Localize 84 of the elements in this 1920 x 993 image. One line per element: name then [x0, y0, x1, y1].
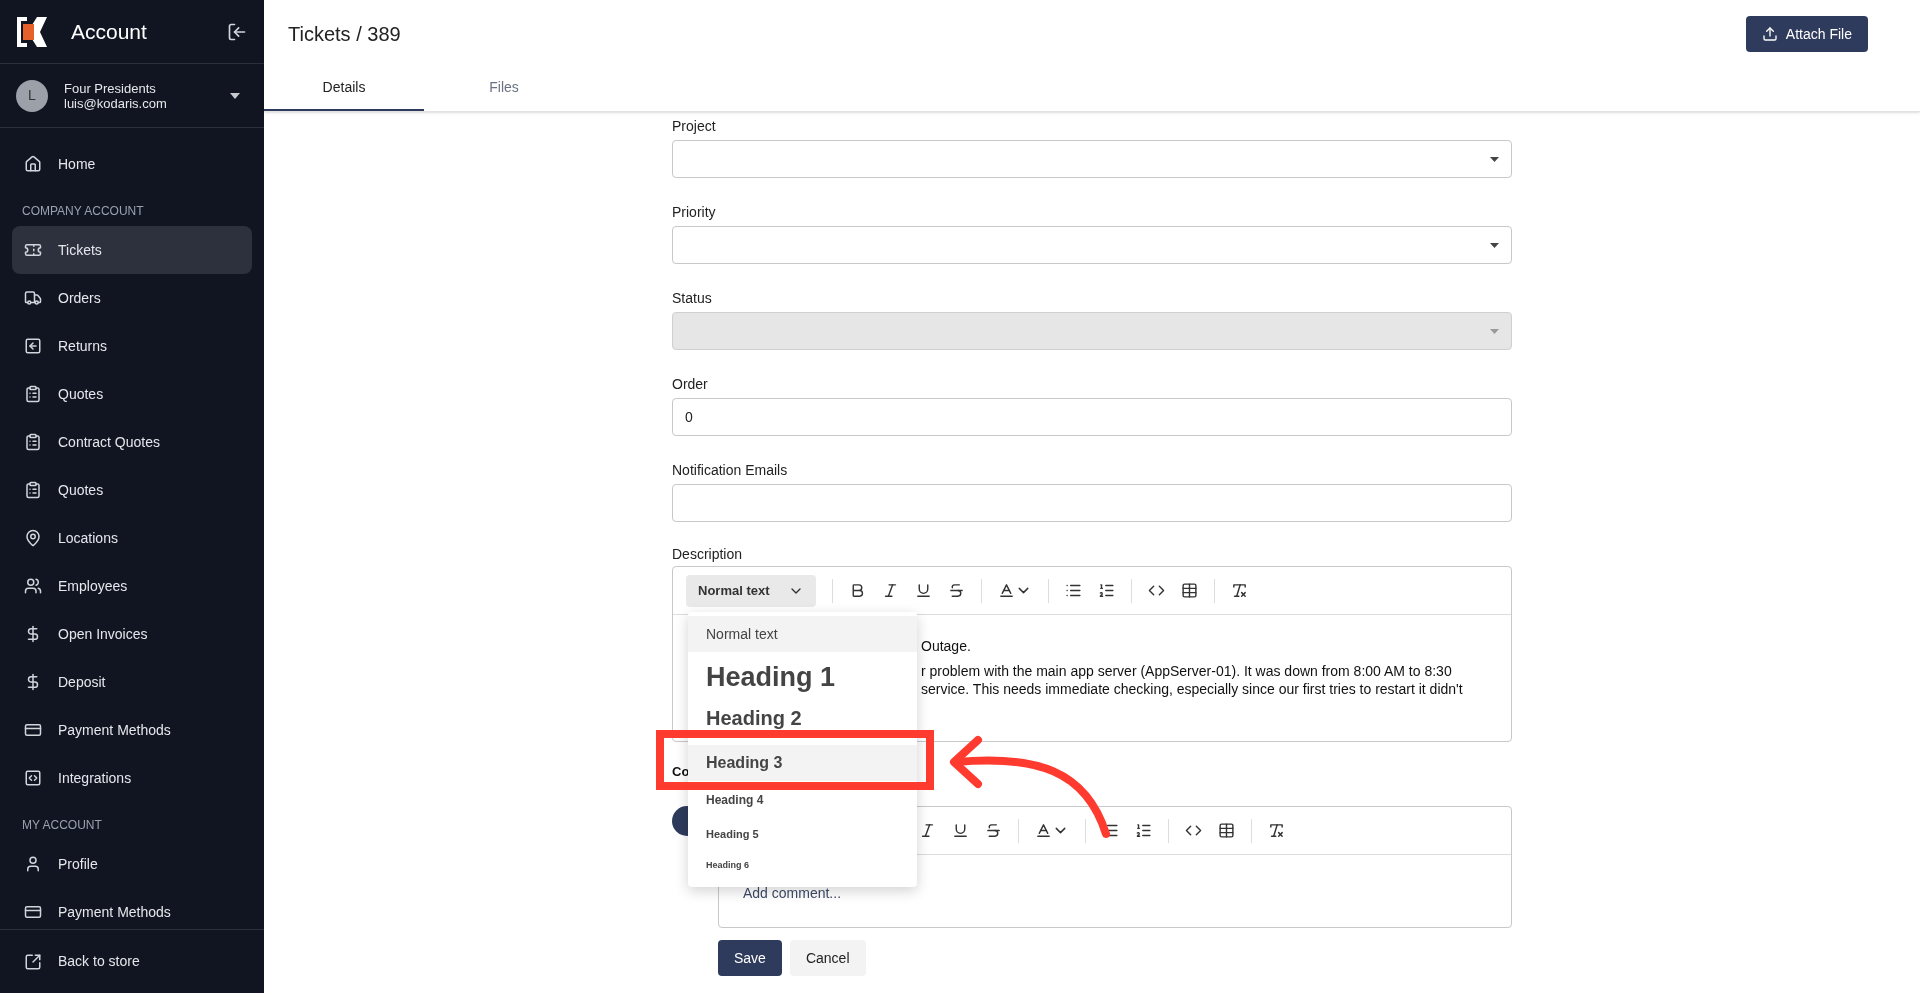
sidebar-item[interactable]: Deposit — [12, 658, 252, 706]
section-heading: COMPANY ACCOUNT — [21, 203, 145, 220]
field-label: Status — [672, 289, 713, 308]
dropdown-caret-icon — [230, 92, 240, 99]
select-field[interactable] — [672, 140, 1512, 178]
menu-item[interactable]: Heading 1 — [688, 652, 917, 702]
menu-item[interactable]: Heading 3 — [688, 745, 917, 781]
dropdown-caret-icon — [1490, 242, 1499, 248]
sidebar-item[interactable]: Home — [12, 140, 252, 188]
field-label: Notification Emails — [672, 461, 789, 480]
bullet-list-icon[interactable] — [1065, 582, 1082, 599]
return-icon — [24, 337, 42, 355]
sidebar-item[interactable]: Employees — [12, 562, 252, 610]
sidebar-item[interactable]: Payment Methods — [12, 706, 252, 754]
clipboard-icon — [24, 433, 42, 451]
cancel-button[interactable]: Cancel — [789, 940, 866, 976]
underline-icon[interactable] — [952, 822, 969, 839]
field-label: Project — [672, 117, 717, 136]
clipboard-icon — [24, 385, 42, 403]
dropdown-caret-icon — [1490, 156, 1499, 162]
description-text: Outage. — [921, 637, 972, 655]
field-label: Description — [672, 545, 744, 564]
input-field[interactable] — [672, 484, 1512, 522]
table-icon[interactable] — [1218, 822, 1235, 839]
menu-item[interactable]: Normal text — [688, 616, 917, 652]
description-text: r problem with the main app server (AppServer-01). It was down from 8:00 AM to 8:30 — [921, 662, 1453, 680]
tab[interactable]: Files — [424, 65, 584, 111]
account-name: Four Presidents — [64, 80, 157, 96]
text-style-select[interactable]: Normal text — [686, 574, 816, 607]
italic-icon[interactable] — [919, 822, 936, 839]
home-icon — [24, 155, 42, 173]
numbered-list-icon[interactable] — [1098, 582, 1115, 599]
numbered-list-icon[interactable] — [1135, 822, 1152, 839]
strikethrough-icon[interactable] — [985, 822, 1002, 839]
clipboard-icon — [24, 481, 42, 499]
section-heading: MY ACCOUNT — [21, 817, 103, 834]
code-icon — [24, 769, 42, 787]
italic-icon[interactable] — [882, 582, 899, 599]
credit-card-icon — [24, 721, 42, 739]
ticket-icon — [24, 241, 42, 259]
input-field[interactable]: 0 — [672, 398, 1512, 436]
save-button[interactable]: Save — [718, 940, 782, 976]
text-color-icon[interactable] — [1035, 822, 1052, 839]
sidebar-item[interactable]: Payment Methods — [12, 888, 252, 929]
field-label: Order — [672, 375, 709, 394]
logout-icon[interactable] — [227, 21, 247, 42]
page-title: Tickets / 389 — [288, 22, 401, 47]
clear-format-icon[interactable] — [1268, 822, 1285, 839]
app-title: Account — [71, 18, 147, 45]
sidebar-item[interactable]: Returns — [12, 322, 252, 370]
description-text: service. This needs immediate checking, especially since our first tries to restart it didn't — [921, 680, 1464, 698]
sidebar-item[interactable]: Profile — [12, 840, 252, 888]
attach-file-button[interactable]: Attach File — [1745, 16, 1868, 52]
sidebar-item[interactable]: Contract Quotes — [12, 418, 252, 466]
strikethrough-icon[interactable] — [948, 582, 965, 599]
external-link-icon — [24, 952, 42, 971]
back-to-store-link[interactable]: Back to store — [12, 951, 152, 972]
tab[interactable]: Details — [264, 65, 424, 111]
menu-item[interactable]: Heading 2 — [688, 702, 917, 745]
map-pin-icon — [24, 529, 42, 547]
account-email: luis@kodaris.com — [64, 95, 167, 111]
sidebar-item[interactable]: Open Invoices — [12, 610, 252, 658]
text-color-icon[interactable] — [998, 582, 1015, 599]
account-switcher[interactable]: L Four Presidents luis@kodaris.com — [0, 64, 264, 128]
dropdown-caret-icon — [1490, 328, 1499, 334]
sidebar-item[interactable]: Quotes — [12, 466, 252, 514]
people-icon — [24, 577, 42, 595]
sidebar-item[interactable]: Quotes — [12, 370, 252, 418]
logo-icon — [17, 16, 47, 47]
sidebar-item[interactable]: Integrations — [12, 754, 252, 802]
credit-card-icon — [24, 903, 42, 921]
upload-icon — [1761, 26, 1778, 42]
table-icon[interactable] — [1181, 582, 1198, 599]
avatar: L — [16, 79, 48, 112]
comment-input[interactable]: Add comment... — [743, 883, 1487, 904]
sidebar-item[interactable]: Locations — [12, 514, 252, 562]
sidebar-item[interactable]: Tickets — [12, 226, 252, 274]
sidebar-item[interactable]: Orders — [12, 274, 252, 322]
select-field[interactable] — [672, 226, 1512, 264]
field-label: Priority — [672, 203, 717, 222]
clear-format-icon[interactable] — [1231, 582, 1248, 599]
underline-icon[interactable] — [915, 582, 932, 599]
person-icon — [24, 855, 42, 873]
truck-icon — [24, 289, 42, 307]
